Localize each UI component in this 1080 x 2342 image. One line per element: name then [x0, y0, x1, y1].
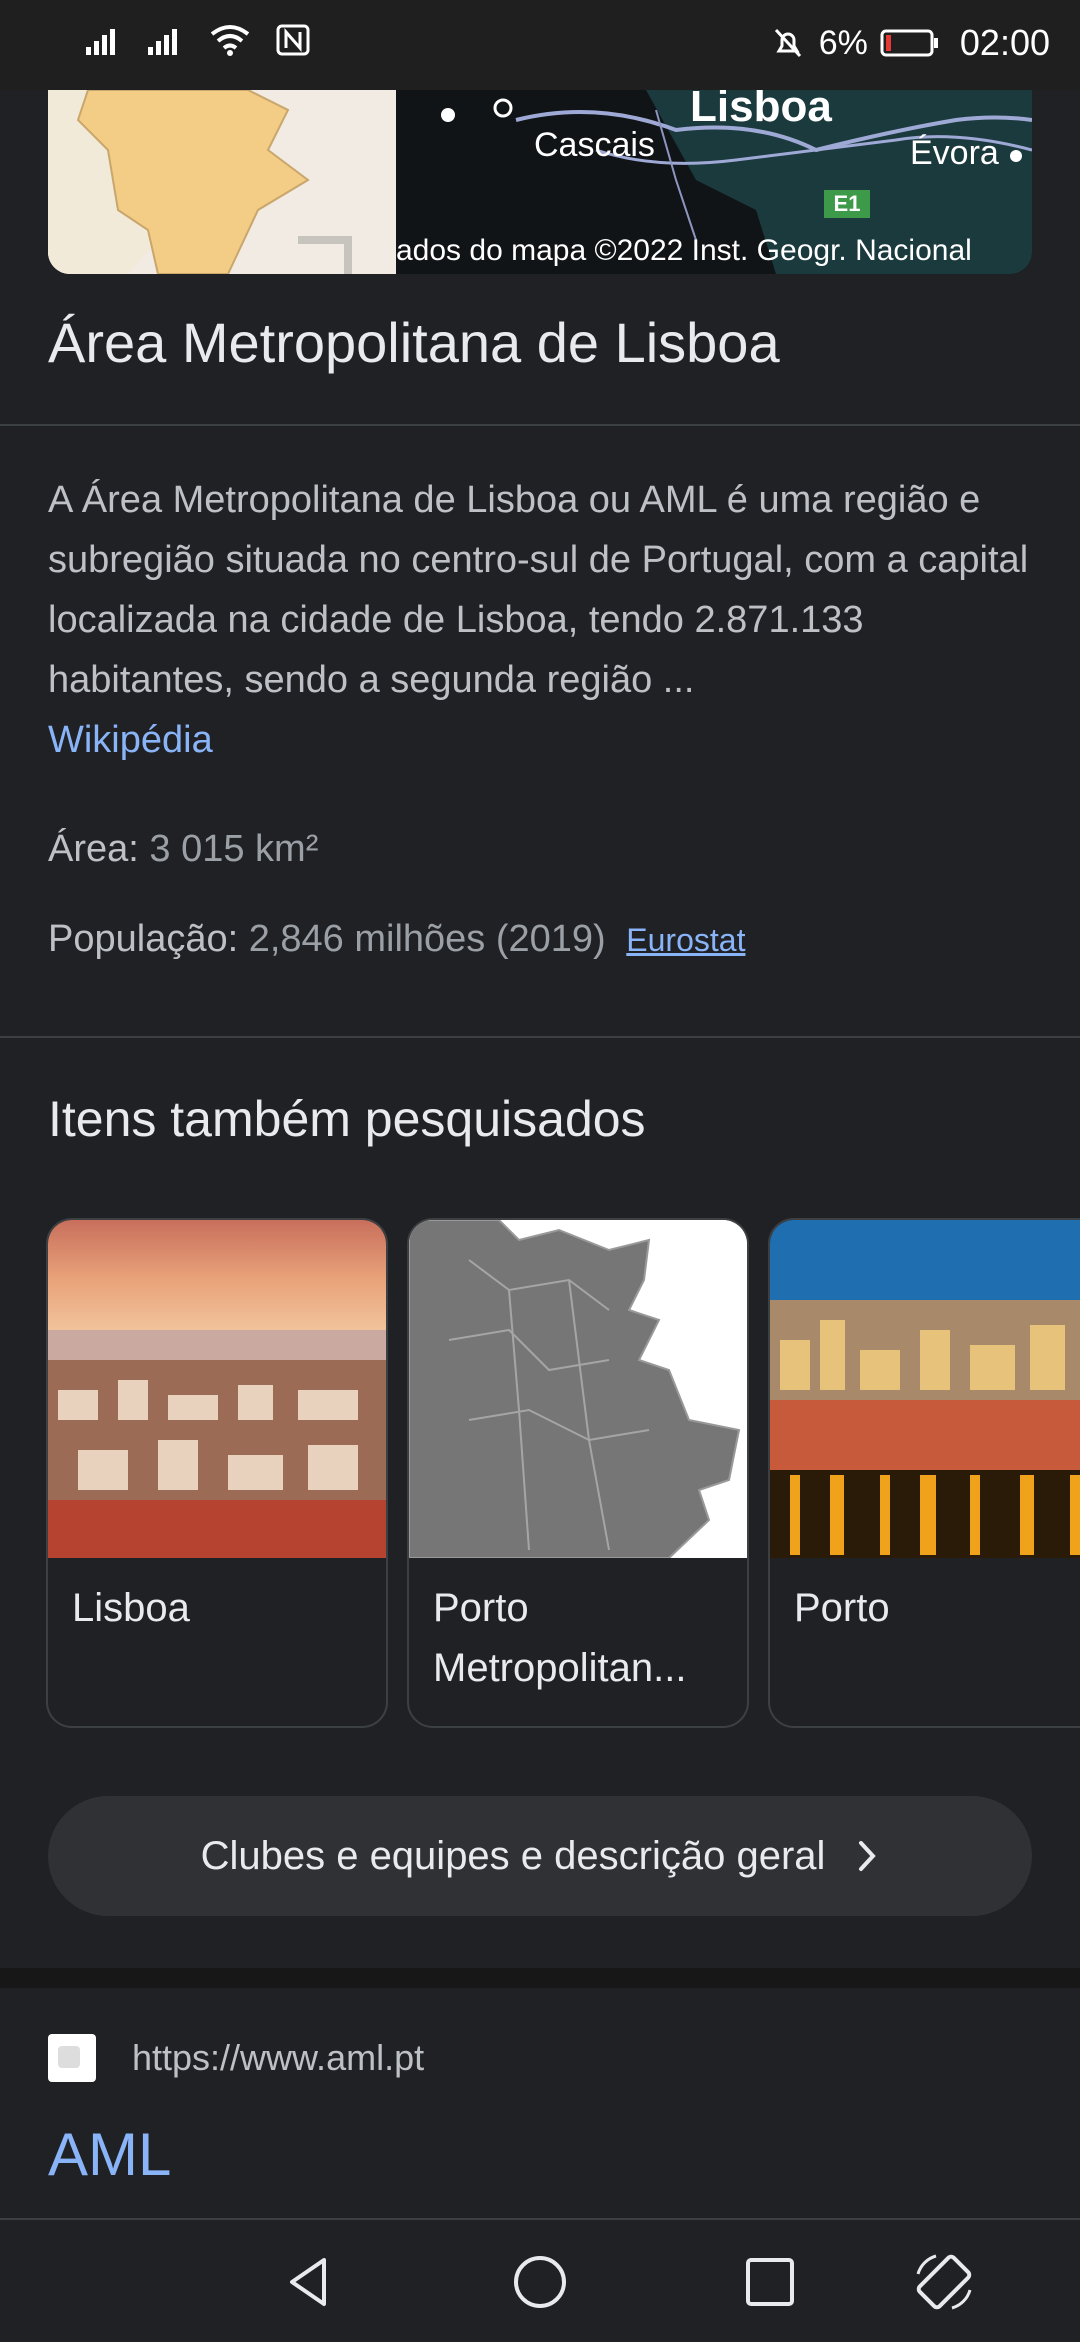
fact-area-label: Área: [48, 828, 139, 870]
result-title-link[interactable]: AML [48, 2120, 171, 2189]
overview-button[interactable]: Clubes e equipes e descrição geral [48, 1796, 1032, 1916]
wikipedia-link[interactable]: Wikipédia [48, 719, 213, 761]
card-image [48, 1220, 386, 1558]
card-lisboa[interactable]: Lisboa [46, 1218, 388, 1728]
rotate-screen-icon[interactable] [912, 2250, 976, 2314]
wifi-icon [210, 25, 250, 56]
nfc-icon [276, 24, 310, 56]
card-image [409, 1220, 747, 1559]
battery-percent: 6% [818, 23, 868, 62]
site-favicon-icon [48, 2034, 96, 2082]
fact-area-value: 3 015 km² [149, 828, 319, 870]
result-site[interactable]: https://www.aml.pt [48, 2034, 424, 2082]
description: A Área Metropolitana de Lisboa ou AML é … [48, 470, 1038, 770]
road-badge: E1 [824, 190, 870, 218]
signal-icon [86, 29, 115, 55]
bell-off-icon [774, 28, 801, 58]
fact-population-value: 2,846 milhões (2019) [248, 918, 606, 960]
card-porto[interactable]: Porto [768, 1218, 1080, 1728]
card-image [770, 1220, 1080, 1558]
recents-icon[interactable] [738, 2250, 802, 2314]
clock: 02:00 [959, 22, 1050, 63]
back-icon[interactable] [278, 2250, 342, 2314]
page-title: Área Metropolitana de Lisboa [48, 311, 780, 374]
status-bar: 6% 02:00 [0, 0, 1080, 90]
map-label-cascais: Cascais [534, 126, 655, 164]
map-region-tile [48, 90, 396, 274]
map-label-evora: Évora [910, 134, 999, 172]
overview-button-label: Clubes e equipes e descrição geral [200, 1833, 826, 1878]
section-heading: Itens também pesquisados [48, 1091, 646, 1147]
description-text: A Área Metropolitana de Lisboa ou AML é … [48, 479, 1029, 701]
card-label: Porto [794, 1586, 890, 1630]
fact-population-label: População: [48, 918, 239, 960]
card-label: Lisboa [72, 1586, 190, 1630]
divider [0, 1036, 1080, 1038]
chevron-right-icon [859, 1841, 877, 1871]
card-porto-metropolitana[interactable]: Porto Metropolitan... [407, 1218, 749, 1728]
divider [0, 424, 1080, 426]
result-url: https://www.aml.pt [132, 2037, 425, 2078]
section-separator [0, 1968, 1080, 1988]
map-preview[interactable]: Lisboa Cascais Évora E1 ados do mapa ©20… [48, 90, 1032, 274]
card-label: Porto Metropolitan... [433, 1586, 687, 1690]
map-credit: ados do mapa ©2022 Inst. Geogr. Nacional [396, 234, 972, 267]
battery-icon [880, 29, 938, 57]
navigation-bar [0, 2218, 1080, 2342]
fact-population: População: 2,846 milhões (2019) Eurostat [48, 918, 745, 961]
map-label-lisboa: Lisboa [690, 90, 832, 131]
fact-area: Área: 3 015 km² [48, 828, 318, 871]
eurostat-link[interactable]: Eurostat [626, 922, 745, 958]
home-icon[interactable] [508, 2250, 572, 2314]
signal-icon [148, 29, 177, 55]
